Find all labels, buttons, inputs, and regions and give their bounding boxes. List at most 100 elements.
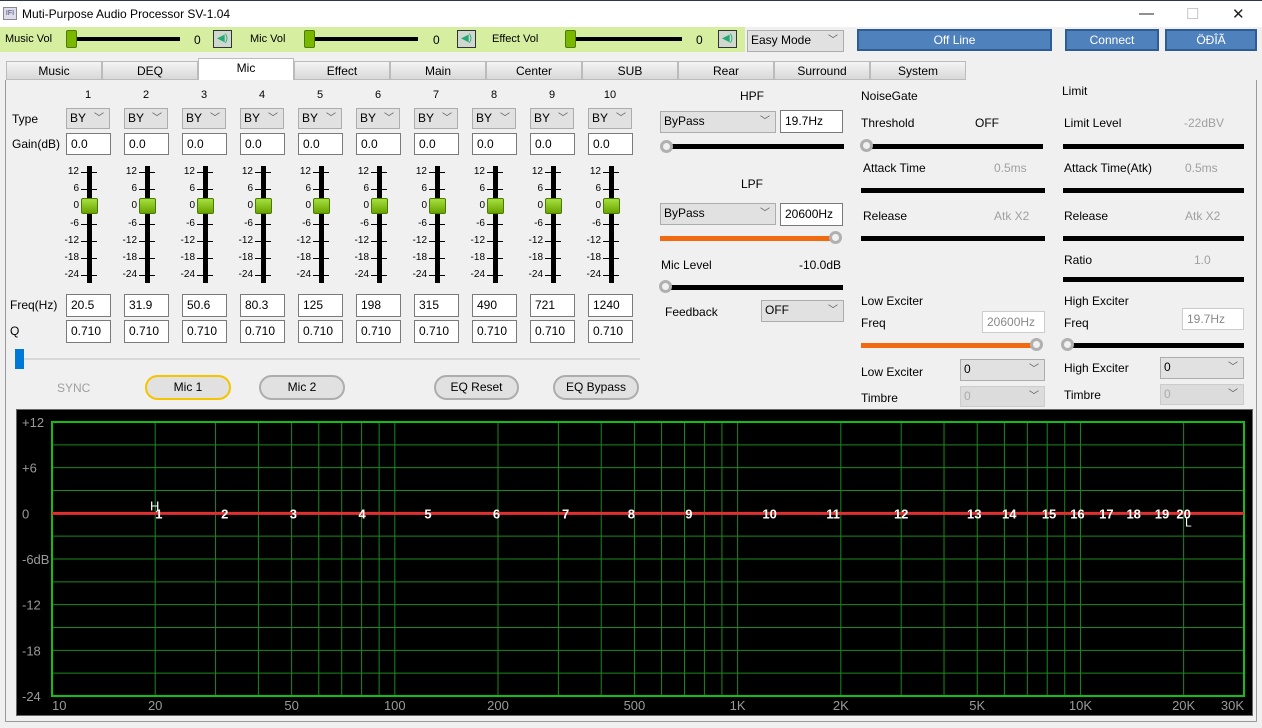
band-freq-input[interactable]: 50.6	[182, 294, 227, 317]
tab-effect[interactable]: Effect	[294, 61, 390, 80]
tab-rear[interactable]: Rear	[678, 61, 774, 80]
mic-level-slider[interactable]	[666, 285, 843, 290]
eq-scroll-track[interactable]	[15, 358, 640, 360]
band-gain-input[interactable]: 0.0	[298, 133, 343, 155]
tab-surround[interactable]: Surround	[774, 61, 870, 80]
lpf-slider[interactable]	[660, 236, 832, 241]
low-timbre-select[interactable]: 0 ﹀	[960, 386, 1045, 407]
band-q-input[interactable]: 0.710	[356, 320, 401, 343]
band-freq-input[interactable]: 315	[414, 294, 459, 317]
eq-reset-button[interactable]: EQ Reset	[434, 375, 519, 400]
limit-release-slider[interactable]	[1063, 236, 1244, 241]
band-type-select[interactable]: BY ﹀	[414, 108, 458, 129]
limit-attack-slider[interactable]	[1063, 188, 1244, 193]
high-exciter-freq-slider[interactable]	[1069, 343, 1244, 348]
limit-level-slider[interactable]	[1063, 144, 1244, 149]
band-fader-thumb[interactable]	[81, 198, 98, 214]
band-type-select[interactable]: BY ﹀	[472, 108, 516, 129]
hpf-freq-input[interactable]: 19.7Hz	[780, 110, 843, 133]
band-freq-input[interactable]: 198	[356, 294, 401, 317]
band-q-input[interactable]: 0.710	[414, 320, 459, 343]
band-fader-thumb[interactable]	[197, 198, 214, 214]
band-q-input[interactable]: 0.710	[124, 320, 169, 343]
band-fader-thumb[interactable]	[371, 198, 388, 214]
low-exciter-freq-thumb[interactable]	[1030, 338, 1043, 351]
high-exciter-freq-input[interactable]: 19.7Hz	[1182, 308, 1244, 330]
band-type-select[interactable]: BY ﹀	[298, 108, 342, 129]
band-q-input[interactable]: 0.710	[66, 320, 111, 343]
band-fader-thumb[interactable]	[255, 198, 272, 214]
hpf-slider[interactable]	[668, 144, 844, 149]
ng-attack-slider[interactable]	[861, 188, 1045, 193]
threshold-thumb[interactable]	[860, 139, 873, 152]
high-timbre-select[interactable]: 0 ﹀	[1160, 384, 1244, 405]
lpf-type-select[interactable]: ByPass ﹀	[660, 203, 776, 225]
tab-mic[interactable]: Mic	[198, 58, 294, 80]
music-vol-thumb[interactable]	[66, 30, 77, 48]
band-type-select[interactable]: BY ﹀	[124, 108, 168, 129]
connect-button[interactable]: Connect	[1065, 29, 1159, 51]
band-fader-thumb[interactable]	[487, 198, 504, 214]
band-q-input[interactable]: 0.710	[588, 320, 633, 343]
band-fader-thumb[interactable]	[313, 198, 330, 214]
mic-mute-speaker-icon[interactable]: ◀)	[457, 30, 476, 48]
band-gain-input[interactable]: 0.0	[472, 133, 517, 155]
tab-main[interactable]: Main	[390, 61, 486, 80]
band-q-input[interactable]: 0.710	[472, 320, 517, 343]
mic-vol-slider[interactable]	[308, 37, 418, 41]
eq-bypass-button[interactable]: EQ Bypass	[553, 375, 639, 400]
tab-music[interactable]: Music	[6, 61, 102, 80]
tab-deq[interactable]: DEQ	[102, 61, 198, 80]
effect-vol-slider[interactable]	[569, 37, 682, 41]
band-type-select[interactable]: BY ﹀	[530, 108, 574, 129]
hpf-type-select[interactable]: ByPass ﹀	[660, 111, 776, 133]
band-fader-thumb[interactable]	[603, 198, 620, 214]
band-type-select[interactable]: BY ﹀	[240, 108, 284, 129]
band-freq-input[interactable]: 20.5	[66, 294, 111, 317]
band-gain-input[interactable]: 0.0	[414, 133, 459, 155]
tab-sub[interactable]: SUB	[582, 61, 678, 80]
tab-center[interactable]: Center	[486, 61, 582, 80]
high-exciter-select[interactable]: 0 ﹀	[1160, 357, 1244, 379]
ratio-slider[interactable]	[1063, 277, 1244, 282]
band-freq-input[interactable]: 490	[472, 294, 517, 317]
band-gain-input[interactable]: 0.0	[182, 133, 227, 155]
offline-status-button[interactable]: Off Line	[857, 29, 1052, 51]
band-type-select[interactable]: BY ﹀	[182, 108, 226, 129]
band-q-input[interactable]: 0.710	[298, 320, 343, 343]
band-gain-input[interactable]: 0.0	[356, 133, 401, 155]
tab-system[interactable]: System	[870, 61, 966, 80]
mode-select[interactable]: Easy Mode ﹀	[747, 30, 844, 52]
band-freq-input[interactable]: 80.3	[240, 294, 285, 317]
band-q-input[interactable]: 0.710	[530, 320, 575, 343]
band-q-input[interactable]: 0.710	[182, 320, 227, 343]
effect-mute-speaker-icon[interactable]: ◀)	[718, 30, 737, 48]
band-fader-thumb[interactable]	[545, 198, 562, 214]
band-fader-thumb[interactable]	[139, 198, 156, 214]
music-vol-slider[interactable]	[70, 37, 180, 41]
hpf-slider-thumb[interactable]	[660, 140, 673, 153]
band-gain-input[interactable]: 0.0	[530, 133, 575, 155]
band-type-select[interactable]: BY ﹀	[66, 108, 110, 129]
mic1-button[interactable]: Mic 1	[145, 375, 231, 400]
sync-button[interactable]: SYNC	[57, 381, 90, 395]
mic2-button[interactable]: Mic 2	[259, 375, 345, 400]
mic-level-thumb[interactable]	[659, 280, 672, 293]
language-button[interactable]: ÖÐÎÃ	[1165, 29, 1257, 51]
band-freq-input[interactable]: 125	[298, 294, 343, 317]
eq-scroll-thumb[interactable]	[15, 349, 24, 369]
high-exciter-freq-thumb[interactable]	[1061, 338, 1074, 351]
band-gain-input[interactable]: 0.0	[124, 133, 169, 155]
band-gain-input[interactable]: 0.0	[240, 133, 285, 155]
ng-release-slider[interactable]	[861, 236, 1045, 241]
close-button[interactable]: ✕	[1232, 5, 1245, 23]
lpf-freq-input[interactable]: 20600Hz	[780, 203, 843, 226]
band-type-select[interactable]: BY ﹀	[588, 108, 632, 129]
lpf-slider-thumb[interactable]	[829, 231, 842, 244]
band-type-select[interactable]: BY ﹀	[356, 108, 400, 129]
maximize-button[interactable]: ☐	[1186, 5, 1199, 23]
low-exciter-select[interactable]: 0 ﹀	[960, 359, 1045, 381]
minimize-button[interactable]: —	[1139, 5, 1154, 22]
band-gain-input[interactable]: 0.0	[66, 133, 111, 155]
threshold-slider[interactable]	[868, 144, 1043, 149]
